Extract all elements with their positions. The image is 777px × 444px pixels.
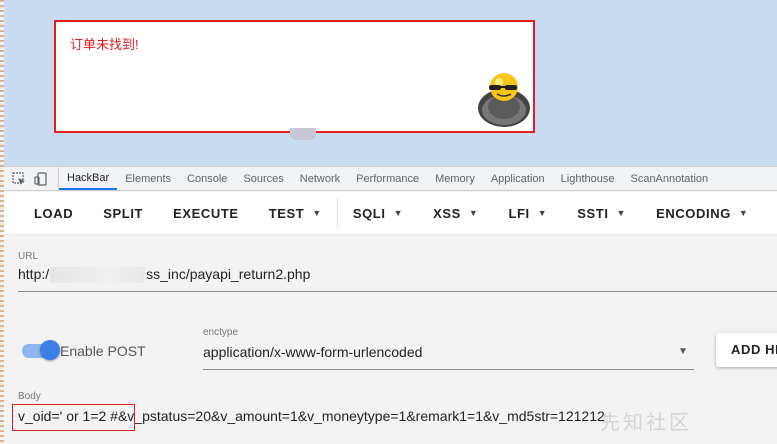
chevron-down-icon: ▼ <box>312 208 322 218</box>
sqli-label: SQLI <box>352 205 386 221</box>
tab-lighthouse[interactable]: Lighthouse <box>553 167 623 190</box>
ssti-label: SSTI <box>577 205 609 221</box>
enable-post-label: Enable POST <box>60 343 146 359</box>
url-input[interactable]: http:/ ss_inc/payapi_return2.php <box>18 266 311 284</box>
sqli-dropdown[interactable]: SQLI ▼ <box>338 192 418 234</box>
url-underline <box>18 291 777 292</box>
tab-sources[interactable]: Sources <box>235 167 291 190</box>
chevron-down-icon: ▼ <box>537 208 548 218</box>
enctype-label: enctype <box>203 327 239 338</box>
chevron-down-icon: ▼ <box>738 208 749 218</box>
add-header-button[interactable]: ADD HEADER <box>716 333 777 367</box>
split-label: SPLIT <box>103 205 144 221</box>
toggle-knob[interactable] <box>40 340 60 360</box>
enctype-underline <box>203 369 694 370</box>
load-button[interactable]: LOAD <box>4 192 88 234</box>
lfi-label: LFI <box>508 205 530 221</box>
chevron-down-icon: ▼ <box>468 208 479 218</box>
xss-label: XSS <box>433 205 461 221</box>
tab-console[interactable]: Console <box>179 167 235 190</box>
inspect-element-icon[interactable] <box>12 171 26 186</box>
redacted-host <box>50 267 146 284</box>
load-label: LOAD <box>34 205 74 221</box>
split-button[interactable]: SPLIT <box>88 192 158 234</box>
url-label: URL <box>18 251 39 262</box>
alert-box: 订单未找到! <box>54 20 535 133</box>
device-toggle-icon[interactable] <box>34 171 48 186</box>
execute-button[interactable]: EXECUTE <box>158 192 254 234</box>
chevron-down-icon[interactable]: ▼ <box>678 346 688 357</box>
hackbar-form: URL http:/ ss_inc/payapi_return2.php Enab… <box>4 236 777 444</box>
alert-message: 订单未找到! <box>70 37 139 52</box>
tab-hackbar[interactable]: HackBar <box>59 167 118 190</box>
body-label: Body <box>18 391 41 402</box>
tab-scanannotation[interactable]: ScanAnnotation <box>622 167 716 190</box>
tab-network[interactable]: Network <box>292 167 348 190</box>
enctype-select[interactable]: application/x-www-form-urlencoded <box>203 344 422 360</box>
panel-resize-handle[interactable] <box>290 128 316 140</box>
encoding-label: ENCODING <box>656 205 731 221</box>
url-prefix: http:/ <box>18 266 50 282</box>
xss-dropdown[interactable]: XSS ▼ <box>418 192 493 234</box>
tab-elements[interactable]: Elements <box>117 167 179 190</box>
url-suffix: ss_inc/payapi_return2.php <box>146 266 311 282</box>
devtools-tools <box>4 167 59 190</box>
chevron-down-icon: ▼ <box>393 208 404 218</box>
tab-application[interactable]: Application <box>483 167 553 190</box>
test-label: TEST <box>268 205 305 221</box>
test-dropdown[interactable]: TEST ▼ <box>254 192 337 234</box>
mascot-icon <box>478 73 530 127</box>
hackbar-toolbar: LOAD SPLIT EXECUTE TEST ▼ SQLI ▼ XSS ▼ LFI ▼… <box>4 192 777 235</box>
chevron-down-icon: ▼ <box>616 208 627 218</box>
tab-performance[interactable]: Performance <box>348 167 427 190</box>
tab-memory[interactable]: Memory <box>427 167 483 190</box>
page-viewport: 订单未找到! <box>4 0 777 166</box>
execute-label: EXECUTE <box>173 205 239 221</box>
watermark: 先知社区 <box>600 412 692 434</box>
ssti-dropdown[interactable]: SSTI ▼ <box>562 192 641 234</box>
highlight-box <box>12 404 135 431</box>
encoding-dropdown[interactable]: ENCODING ▼ <box>641 192 763 234</box>
lfi-dropdown[interactable]: LFI ▼ <box>493 192 562 234</box>
devtools-tabbar: HackBar Elements Console Sources Network… <box>4 166 777 191</box>
